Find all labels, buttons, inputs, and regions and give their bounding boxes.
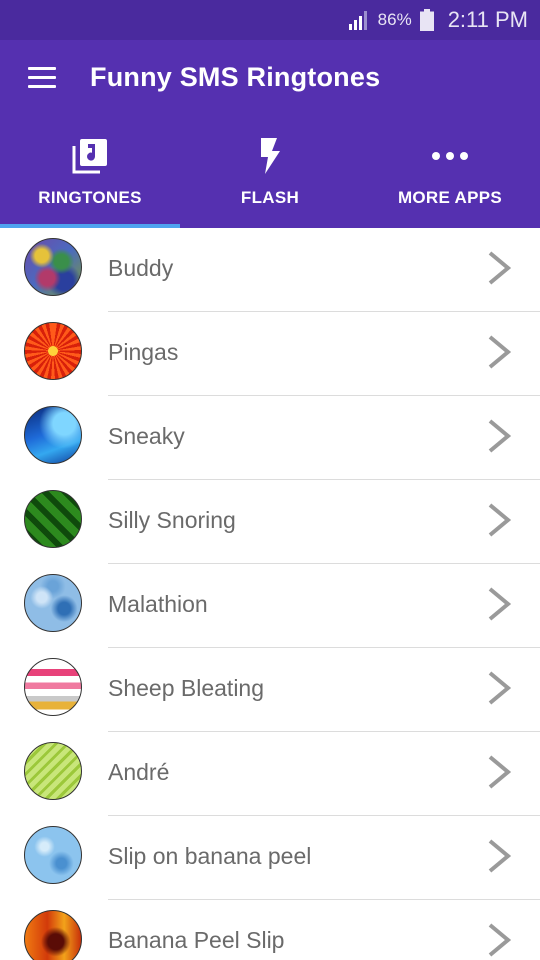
- chevron-right-icon: [488, 755, 512, 789]
- tab-label-more-apps: MORE APPS: [397, 188, 503, 207]
- ringtone-name: Buddy: [108, 255, 174, 281]
- ringtone-name: Silly Snoring: [108, 507, 236, 533]
- ringtone-name: Slip on banana peel: [108, 843, 312, 869]
- list-item[interactable]: Pingas: [0, 312, 540, 396]
- list-item[interactable]: Slip on banana peel: [0, 816, 540, 900]
- tab-ringtones[interactable]: RINGTONES: [0, 122, 180, 228]
- ringtone-name: Malathion: [108, 591, 208, 617]
- hamburger-menu-icon[interactable]: [28, 67, 56, 89]
- ringtone-name: Sneaky: [108, 423, 185, 449]
- more-dots-icon: [431, 136, 469, 176]
- chevron-right-icon: [488, 503, 512, 537]
- app-title: Funny SMS Ringtones: [90, 62, 381, 92]
- list-item[interactable]: Banana Peel Slip: [0, 900, 540, 960]
- ringtone-name: André: [108, 759, 170, 785]
- chevron-right-icon: [488, 671, 512, 705]
- status-indicators: 86% 2:11 PM: [348, 0, 528, 40]
- chevron-right-icon: [488, 587, 512, 621]
- tab-bar: RINGTONES FLASH MORE APPS: [0, 122, 540, 228]
- ringtone-name: Pingas: [108, 339, 179, 365]
- chevron-right-icon: [488, 923, 512, 957]
- ringtone-thumbnail: [24, 658, 82, 716]
- chevron-right-icon: [488, 419, 512, 453]
- list-item[interactable]: Silly Snoring: [0, 480, 540, 564]
- ringtone-name: Sheep Bleating: [108, 675, 265, 701]
- ringtone-thumbnail: [24, 910, 82, 960]
- music-library-icon: [71, 136, 109, 176]
- ringtone-thumbnail: [24, 742, 82, 800]
- battery-icon: [419, 9, 434, 31]
- tab-label-ringtones: RINGTONES: [38, 188, 142, 207]
- chevron-right-icon: [488, 335, 512, 369]
- status-bar: 86% 2:11 PM: [0, 0, 540, 40]
- list-item[interactable]: Sheep Bleating: [0, 648, 540, 732]
- ringtone-thumbnail: [24, 490, 82, 548]
- ringtone-thumbnail: [24, 574, 82, 632]
- chevron-right-icon: [488, 251, 512, 285]
- list-item[interactable]: André: [0, 732, 540, 816]
- tab-label-flash: FLASH: [240, 188, 300, 207]
- battery-percent: 86%: [377, 10, 412, 29]
- app-bar: Funny SMS Ringtones: [0, 40, 540, 122]
- ringtone-thumbnail: [24, 826, 82, 884]
- ringtone-thumbnail: [24, 406, 82, 464]
- ringtone-thumbnail: [24, 238, 82, 296]
- tab-flash[interactable]: FLASH: [180, 122, 360, 228]
- list-item[interactable]: Buddy: [0, 228, 540, 312]
- ringtone-name: Banana Peel Slip: [108, 927, 285, 953]
- tab-more-apps[interactable]: MORE APPS: [360, 122, 540, 228]
- list-item[interactable]: Sneaky: [0, 396, 540, 480]
- clock: 2:11 PM: [447, 7, 528, 32]
- signal-icon: [348, 11, 367, 30]
- list-item[interactable]: Malathion: [0, 564, 540, 648]
- chevron-right-icon: [488, 839, 512, 873]
- ringtone-list: Buddy Pingas Sneaky Silly Snoring Malath…: [0, 228, 540, 960]
- ringtone-thumbnail: [24, 322, 82, 380]
- flash-icon: [258, 136, 282, 176]
